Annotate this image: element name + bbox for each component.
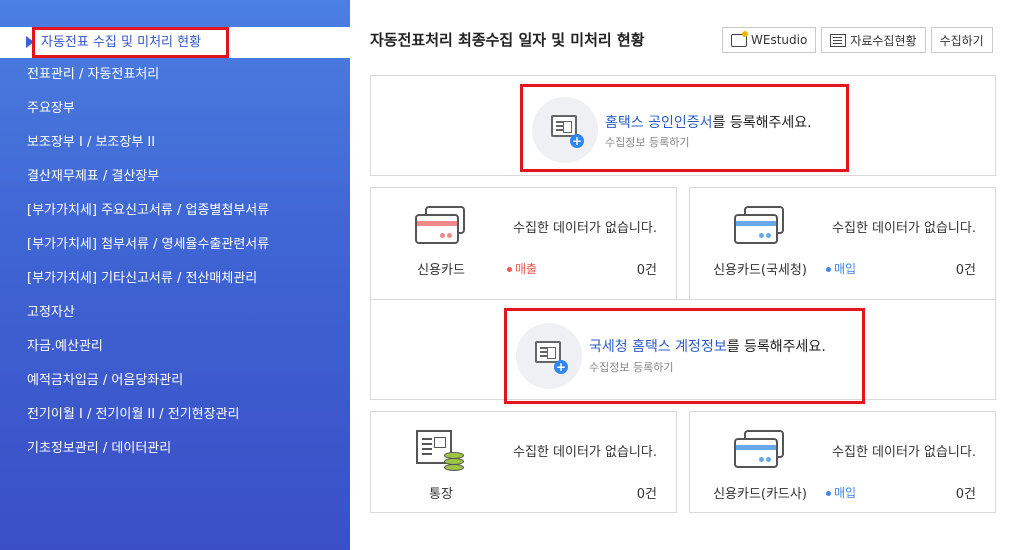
document-icon xyxy=(830,33,847,47)
sidebar-item[interactable]: 결산재무제표 / 결산장부 xyxy=(0,160,350,194)
card-count: 0건 xyxy=(636,263,657,278)
westudio-label: WEstudio xyxy=(751,33,808,47)
sidebar-item[interactable]: [부가가치세] 주요신고서류 / 업종별첨부서류 xyxy=(0,194,350,228)
card-name: 신용카드(카드사) xyxy=(713,487,807,502)
sidebar-item[interactable]: 자금.예산관리 xyxy=(0,330,350,364)
sidebar-item[interactable]: 전표관리 / 자동전표처리 xyxy=(0,58,350,92)
tv-icon xyxy=(731,30,748,47)
card-count: 0건 xyxy=(955,263,976,278)
card-count: 0건 xyxy=(636,487,657,502)
purchase-tag: 매입 xyxy=(826,260,856,277)
hometax-account-suffix: 를 등록해주세요. xyxy=(726,339,826,355)
sidebar-item[interactable]: [부가가치세] 기타신고서류 / 전산매체관리 xyxy=(0,262,350,296)
card-credit-company[interactable]: 수집한 데이터가 없습니다. 신용카드(카드사) 매입 0건 xyxy=(689,411,996,513)
hometax-cert-panel: + 홈택스 공인인증서를 등록해주세요. 수집정보 등록하기 xyxy=(370,75,996,176)
credit-card-icon xyxy=(734,430,784,468)
bankbook-icon xyxy=(416,430,466,474)
sidebar-item-active[interactable]: 자동전표 수집 및 미처리 현황 xyxy=(0,27,350,58)
certificate-add-icon: + xyxy=(532,97,598,163)
card-message: 수집한 데이터가 없습니다. xyxy=(513,445,657,460)
card-credit[interactable]: 수집한 데이터가 없습니다. 신용카드 매출 0건 xyxy=(370,187,677,302)
credit-card-icon xyxy=(415,206,465,244)
card-message: 수집한 데이터가 없습니다. xyxy=(513,221,657,236)
collect-label: 수집하기 xyxy=(939,33,984,48)
hometax-account-register[interactable]: + 국세청 홈택스 계정정보를 등록해주세요. 수집정보 등록하기 xyxy=(504,308,865,404)
card-name: 통장 xyxy=(429,487,453,502)
toolbar: WEstudio 자료수집현황 수집하기 xyxy=(722,27,993,53)
card-count: 0건 xyxy=(955,487,976,502)
sidebar-item[interactable]: 보조장부 I / 보조장부 II xyxy=(0,126,350,160)
card-bank[interactable]: 수집한 데이터가 없습니다. 통장 0건 xyxy=(370,411,677,513)
card-credit-nts[interactable]: 수집한 데이터가 없습니다. 신용카드(국세청) 매입 0건 xyxy=(689,187,996,302)
sidebar-item[interactable]: 예적금차입금 / 어음당좌관리 xyxy=(0,364,350,398)
sidebar-menu: 전표관리 / 자동전표처리 주요장부 보조장부 I / 보조장부 II 결산재무… xyxy=(0,58,350,466)
hometax-cert-sub: 수집정보 등록하기 xyxy=(605,136,690,149)
main-content: 자동전표처리 최종수집 일자 및 미처리 현황 WEstudio 자료수집현황 … xyxy=(350,0,1015,550)
sidebar-item[interactable]: 기초정보관리 / 데이터관리 xyxy=(0,432,350,466)
sidebar-item[interactable]: [부가가치세] 첨부서류 / 영세율수출관련서류 xyxy=(0,228,350,262)
sidebar-item-label: 자동전표 수집 및 미처리 현황 xyxy=(32,27,229,58)
card-name: 신용카드 xyxy=(417,263,465,278)
data-status-label: 자료수집현황 xyxy=(850,33,917,48)
card-name: 신용카드(국세청) xyxy=(713,263,807,278)
sidebar: 자동전표 수집 및 미처리 현황 전표관리 / 자동전표처리 주요장부 보조장부… xyxy=(0,0,350,550)
hometax-account-panel: + 국세청 홈택스 계정정보를 등록해주세요. 수집정보 등록하기 xyxy=(370,299,996,404)
credit-card-icon xyxy=(734,206,784,244)
sales-tag: 매출 xyxy=(507,260,537,277)
sidebar-item[interactable]: 전기이월 I / 전기이월 II / 전기현장관리 xyxy=(0,398,350,432)
westudio-button[interactable]: WEstudio xyxy=(722,27,817,53)
hometax-account-sub: 수집정보 등록하기 xyxy=(589,361,674,374)
hometax-account-title: 국세청 홈택스 계정정보 xyxy=(589,339,727,355)
data-status-button[interactable]: 자료수집현황 xyxy=(821,27,926,53)
hometax-cert-title: 홈택스 공인인증서 xyxy=(605,115,713,131)
collect-button[interactable]: 수집하기 xyxy=(930,27,993,53)
purchase-tag: 매입 xyxy=(826,484,856,501)
card-message: 수집한 데이터가 없습니다. xyxy=(832,445,976,460)
sidebar-item[interactable]: 주요장부 xyxy=(0,92,350,126)
account-add-icon: + xyxy=(516,323,582,389)
hometax-cert-suffix: 를 등록해주세요. xyxy=(712,115,812,131)
page-title: 자동전표처리 최종수집 일자 및 미처리 현황 xyxy=(370,31,645,49)
sidebar-item[interactable]: 고정자산 xyxy=(0,296,350,330)
hometax-cert-register[interactable]: + 홈택스 공인인증서를 등록해주세요. 수집정보 등록하기 xyxy=(520,84,849,172)
card-message: 수집한 데이터가 없습니다. xyxy=(832,221,976,236)
